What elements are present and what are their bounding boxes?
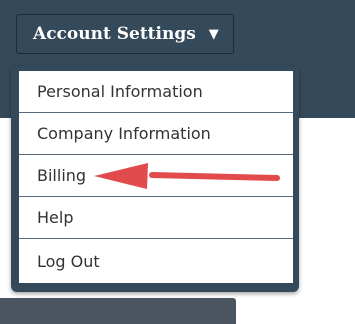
- account-dropdown-menu: Personal Information Company Information…: [19, 71, 293, 283]
- caret-down-icon: ▼: [208, 26, 219, 42]
- background-bar: [0, 298, 236, 324]
- menu-item-log-out[interactable]: Log Out: [19, 239, 293, 283]
- account-settings-button[interactable]: Account Settings ▼: [16, 14, 234, 54]
- menu-item-company-information[interactable]: Company Information: [19, 113, 293, 155]
- account-settings-label: Account Settings: [33, 24, 196, 44]
- screenshot-stage: Account Settings ▼ Personal Information …: [0, 0, 355, 324]
- menu-item-personal-information[interactable]: Personal Information: [19, 71, 293, 113]
- menu-item-help[interactable]: Help: [19, 197, 293, 239]
- menu-item-billing[interactable]: Billing: [19, 155, 293, 197]
